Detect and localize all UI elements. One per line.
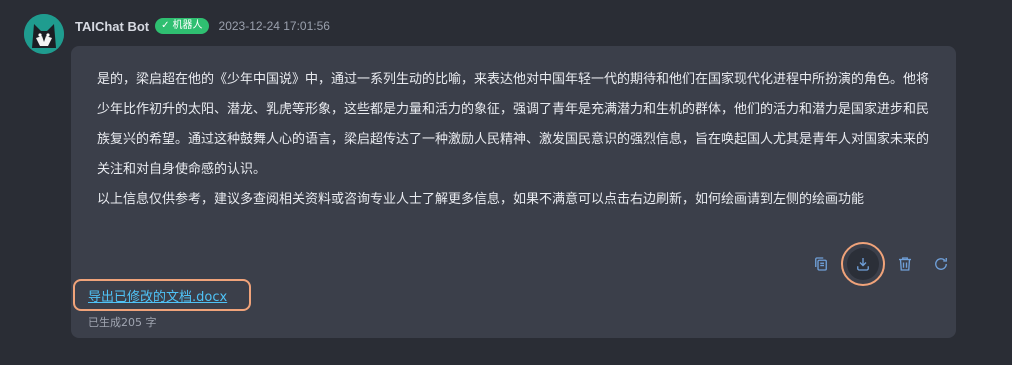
refresh-button[interactable] [923,246,959,282]
download-button[interactable] [841,242,885,286]
check-icon: ✓ [161,20,170,31]
export-link-box: 导出已修改的文档.docx [73,279,251,311]
generated-count: 已生成205 字 [88,316,157,329]
bot-badge: ✓ 机器人 [155,18,209,34]
refresh-icon [935,258,947,270]
delete-button[interactable] [887,246,923,282]
bot-avatar [24,14,64,54]
download-icon [857,258,869,271]
copy-icon [815,257,827,271]
message-paragraph: 是的，梁启超在他的《少年中国说》中，通过一系列生动的比喻，来表达他对中国年轻一代… [97,72,930,177]
trash-icon [899,257,911,271]
message-actions [803,242,959,286]
message-content: 是的，梁启超在他的《少年中国说》中，通过一系列生动的比喻，来表达他对中国年轻一代… [97,65,932,215]
bot-name: TAIChat Bot [75,18,150,34]
message-paragraph: 以上信息仅供参考，建议多查阅相关资料或咨询专业人士了解更多信息，如果不满意可以点… [97,192,865,207]
copy-button[interactable] [803,246,839,282]
export-docx-link[interactable]: 导出已修改的文档.docx [88,286,227,305]
wolf-avatar-icon [24,14,64,54]
message-meta: TAIChat Bot ✓ 机器人 2023-12-24 17:01:56 [75,16,330,36]
message-timestamp: 2023-12-24 17:01:56 [218,19,330,33]
bot-badge-label: 机器人 [172,20,203,31]
